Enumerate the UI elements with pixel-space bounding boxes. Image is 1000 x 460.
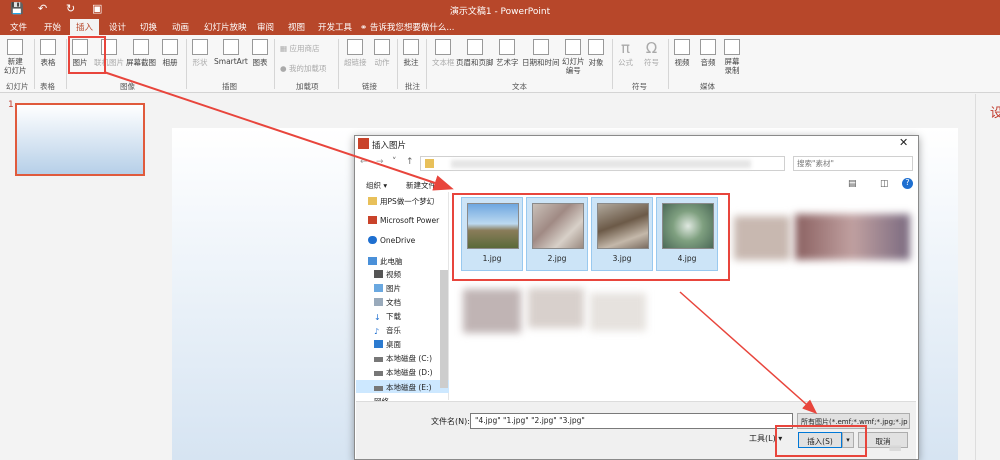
annotation-arrows: [103, 71, 818, 414]
arrow-to-insert: [679, 291, 818, 414]
arrow-to-files: [103, 71, 454, 191]
watermark: ▬: [888, 438, 904, 456]
